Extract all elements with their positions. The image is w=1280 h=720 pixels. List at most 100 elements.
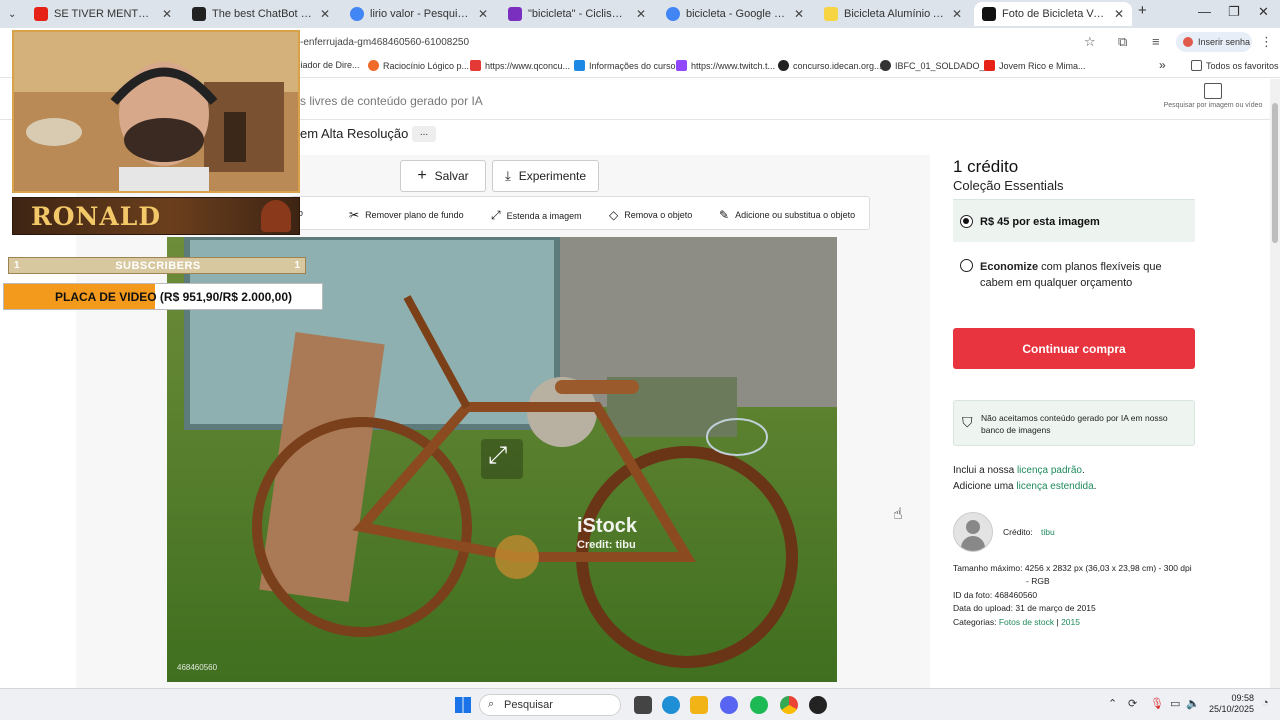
url-text[interactable]: -enferrujada-gm468460560-61008250 [300,37,469,48]
taskbar-search-label: Pesquisar [504,699,553,711]
more-button[interactable]: ... [412,126,436,142]
system-clock[interactable]: 09:58 25/10/2025 [1202,693,1254,715]
tab-1[interactable]: The best ChatBot and Widgets ✕ [184,2,338,26]
standard-license-link[interactable]: licença padrão [1017,465,1082,476]
standard-license-line: Inclui a nossa licença padrão. [953,465,1085,476]
subs-goal: 1 [294,260,300,271]
extended-license-link[interactable]: licença estendida [1016,481,1093,492]
close-icon[interactable]: ✕ [478,7,488,21]
meta-value: 4256 x 2832 px (36,03 x 23,98 cm) - 300 … [1024,563,1192,573]
sync-icon[interactable]: ⟳ [1128,697,1137,710]
site-icon [508,7,522,21]
watermark-credit: Credit: tibu [577,539,636,551]
tool-extend-image[interactable]: ⤢ Estenda a imagem [491,208,582,223]
search-input[interactable]: s livres de conteúdo gerado por IA [300,94,483,108]
close-icon[interactable]: ✕ [1114,7,1124,21]
tab-search-button[interactable]: ⌄ [0,2,26,26]
category-link[interactable]: 2015 [1061,617,1080,627]
all-favorites[interactable]: Todos os favoritos [1191,60,1279,71]
tool-replace-object[interactable]: ✎ Adicione ou substitua o objeto [719,208,855,222]
signin-button[interactable]: Inserir senha [1176,32,1252,52]
new-tab-button[interactable]: + [1138,2,1147,19]
shield-icon: ⛉ [962,414,973,430]
avatar[interactable] [953,512,993,552]
microphone-icon[interactable]: 🎙 [1150,697,1164,710]
image-search-icon [1204,83,1222,99]
extended-license-line: Adicione uma licença estendida. [953,481,1096,492]
bookmark-label: ciador de Dire... [296,60,360,70]
radio-plans[interactable] [960,259,973,272]
close-icon[interactable]: ✕ [162,7,172,21]
menu-icon[interactable]: ⋮ [1260,34,1273,50]
tab-2[interactable]: lirio valor - Pesquisa Google ✕ [342,2,496,26]
close-icon[interactable]: ✕ [952,7,962,21]
close-icon[interactable]: ✕ [320,7,330,21]
donation-goal-text: PLACA DE VIDEO (R$ 951,90/R$ 2.000,00) [55,290,292,304]
chrome-icon[interactable] [780,696,798,714]
try-button[interactable]: ⤓ Experimente [492,160,599,192]
windows-start-icon[interactable] [455,697,471,713]
tab-3[interactable]: "bicicleta" - Ciclismo - Campin ✕ [500,2,654,26]
restore-button[interactable]: ❐ [1228,4,1240,20]
license-suffix: . [1093,481,1097,492]
credit-label: Crédito: [1003,527,1033,537]
tool-remove-background[interactable]: ✂ Remover plano de fundo [349,208,464,222]
page-title: em Alta Resolução [300,126,409,141]
star-icon[interactable]: ☆ [1084,34,1096,50]
media-icon[interactable]: ≡ [1152,34,1160,49]
save-button[interactable]: + Salvar [400,160,486,192]
meta-label: Categorias: [953,617,997,627]
page-scrollbar[interactable] [1270,79,1280,688]
bookmark-5[interactable]: concurso.idecan.org... [778,60,882,71]
fullscreen-button[interactable]: ⤢ [481,439,523,479]
edge-icon[interactable] [662,696,680,714]
obs-icon[interactable] [809,696,827,714]
bookmark-0[interactable]: ciador de Dire... [296,60,360,70]
more-bookmarks-button[interactable]: » [1159,58,1166,72]
browser-tab-strip: ⌄ SE TIVER MENTE FECHADA NÃO ✕ The best … [0,0,1280,28]
meta-value: 31 de março de 2015 [1015,603,1096,613]
tool-remove-object[interactable]: ◇ Remova o objeto [609,208,692,222]
bookmark-7[interactable]: Jovem Rico e Mima... [984,60,1086,71]
youtube-icon [984,60,995,71]
save-label: Salvar [434,169,469,183]
close-window-button[interactable]: ✕ [1258,4,1269,20]
close-icon[interactable]: ✕ [794,7,804,21]
tray-chevron-icon[interactable]: ⌃ [1108,697,1117,710]
windows-taskbar: ⌕ Pesquisar ⌃ ⟳ 🎙 ▭ 🔈 09:58 25/10/2025 ◔ [0,688,1280,720]
category-link[interactable]: Fotos de stock [999,617,1054,627]
tab-0[interactable]: SE TIVER MENTE FECHADA NÃO ✕ [26,2,180,26]
discord-icon[interactable] [720,696,738,714]
monitor-icon[interactable]: ▭ [1170,697,1180,710]
task-view-icon[interactable] [634,696,652,714]
bookmark-4[interactable]: https://www.twitch.t... [676,60,775,71]
photographer-link[interactable]: tibu [1041,527,1055,537]
site-icon [574,60,585,71]
bookmark-6[interactable]: IBFC_01_SOLDADO_... [880,60,992,71]
istock-icon [982,7,996,21]
notifications-icon[interactable]: ◔ [1262,697,1269,709]
try-label: Experimente [518,169,587,183]
bookmark-label: Informações do curso [589,60,676,71]
minimize-button[interactable]: — [1198,4,1211,19]
visual-search-button[interactable]: Pesquisar por imagem ou vídeo [1163,83,1263,110]
bookmark-2[interactable]: https://www.qconcu... [470,60,570,71]
file-explorer-icon[interactable] [690,696,708,714]
volume-icon[interactable]: 🔈 [1186,697,1200,710]
bookmark-1[interactable]: Raciocínio Lógico p... [368,60,469,71]
scrollbar-thumb[interactable] [1272,103,1278,243]
continue-purchase-button[interactable]: Continuar compra [953,328,1195,369]
tab-5[interactable]: Bicicleta Alumínio Aro 29 Ksw 2 ✕ [816,2,970,26]
site-icon [368,60,379,71]
taskbar-search[interactable]: ⌕ Pesquisar [479,694,621,716]
site-icon [470,60,481,71]
close-icon[interactable]: ✕ [636,7,646,21]
bookmark-3[interactable]: Informações do curso [574,60,676,71]
tab-6-active[interactable]: Foto de Bicicleta Velha E Enfer ✕ [974,2,1132,26]
radio-single-image[interactable] [960,215,973,228]
spotify-icon[interactable] [750,696,768,714]
webcam-overlay [12,30,300,193]
meta-value: 468460560 [994,590,1038,600]
extensions-icon[interactable]: ⧉ [1118,34,1127,50]
tab-4[interactable]: bicicleta - Google Shopping ✕ [658,2,812,26]
